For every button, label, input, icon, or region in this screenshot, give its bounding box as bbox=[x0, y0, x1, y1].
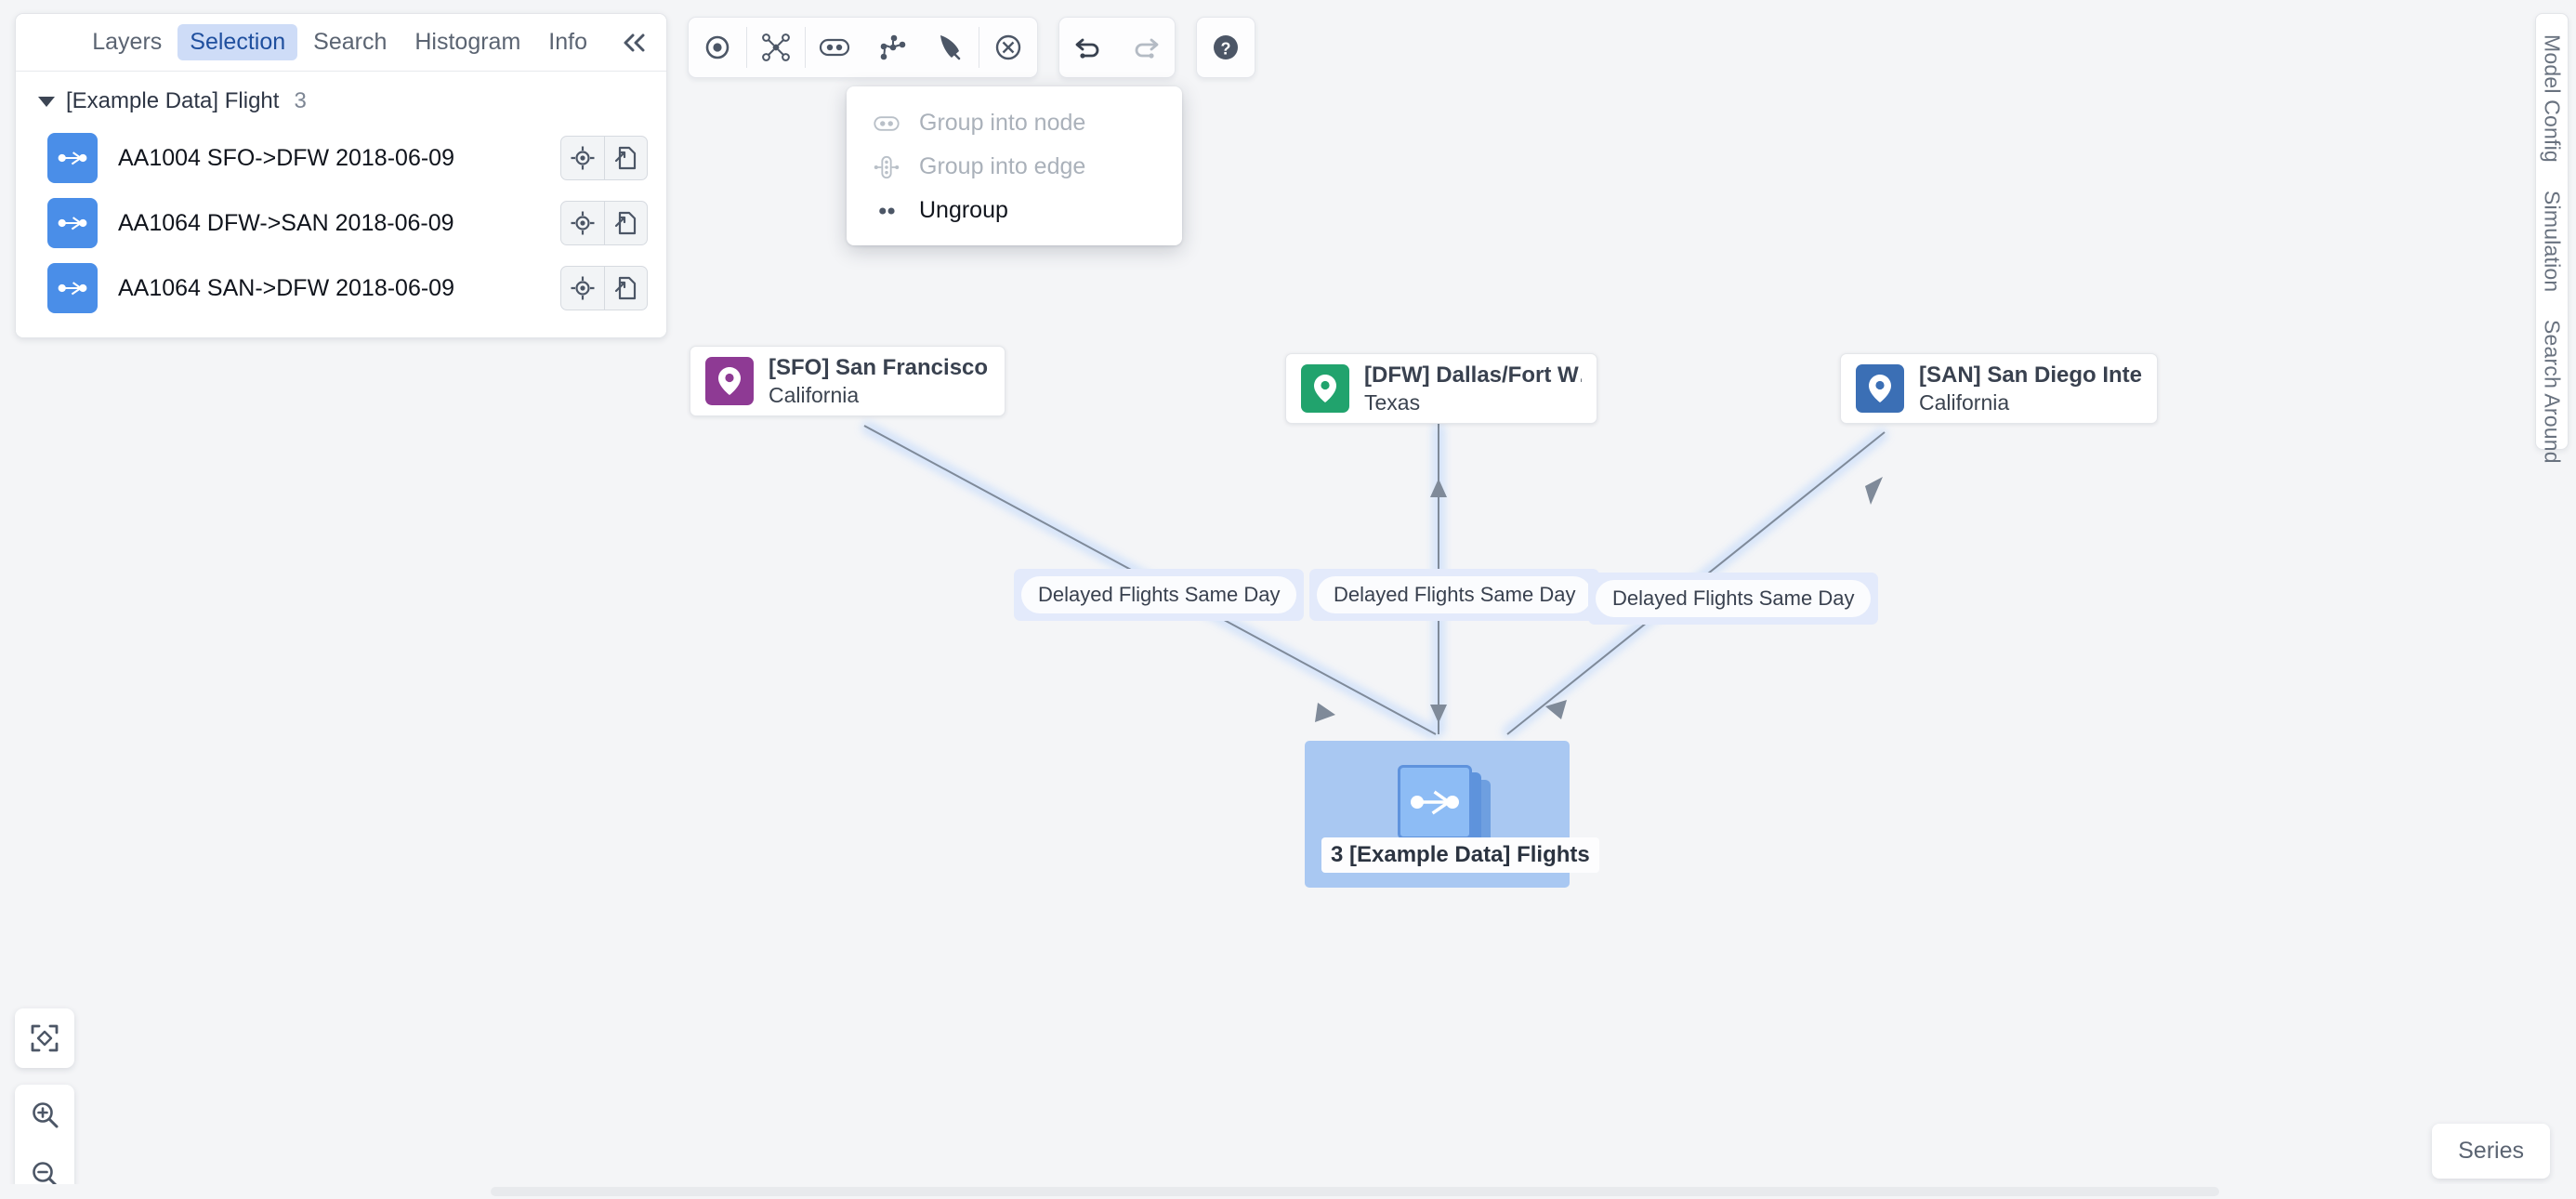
rail-tab-simulation[interactable]: Simulation bbox=[2540, 191, 2565, 292]
map-pin-icon bbox=[1856, 364, 1904, 413]
scrollbar-thumb[interactable] bbox=[491, 1187, 2219, 1196]
cluster-node-label: 3 [Example Data] Flights bbox=[1321, 837, 1599, 873]
expand-document-icon[interactable] bbox=[604, 137, 647, 179]
menu-item-label: Group into edge bbox=[919, 153, 1086, 179]
menu-item-label: Ungroup bbox=[919, 197, 1008, 223]
svg-text:?: ? bbox=[1221, 40, 1231, 59]
remove-circle-icon[interactable] bbox=[979, 18, 1037, 77]
flight-edge-icon bbox=[47, 133, 98, 183]
chevrons-left-icon[interactable] bbox=[616, 25, 651, 60]
menu-item-group-into-node: Group into node bbox=[847, 101, 1182, 145]
series-button[interactable]: Series bbox=[2432, 1124, 2550, 1179]
selection-row-actions bbox=[560, 136, 648, 180]
group-into-node-icon bbox=[871, 113, 902, 134]
cluster-card-front bbox=[1398, 765, 1472, 839]
selection-group-header[interactable]: [Example Data] Flight 3 bbox=[16, 85, 666, 125]
graph-node-san[interactable]: [SAN] San Diego Inte… California bbox=[1840, 353, 2158, 424]
graph-node-subtitle: California bbox=[769, 382, 860, 407]
flight-edge-icon bbox=[47, 263, 98, 313]
selection-row-label: AA1064 SAN->DFW 2018-06-09 bbox=[118, 274, 454, 301]
toolbar-group-help: ? bbox=[1196, 17, 1255, 78]
map-pin-icon bbox=[1301, 364, 1349, 413]
horizontal-scrollbar[interactable] bbox=[0, 1184, 2576, 1199]
edge-label-text: Delayed Flights Same Day bbox=[1021, 576, 1297, 613]
group-into-node-icon[interactable] bbox=[806, 18, 863, 77]
fit-to-screen-control bbox=[15, 1008, 74, 1068]
selection-row[interactable]: AA1064 DFW->SAN 2018-06-09 bbox=[16, 191, 666, 256]
panel-tab-bar: Layers Selection Search Histogram Info bbox=[16, 14, 666, 72]
edge-label-2[interactable]: Delayed Flights Same Day bbox=[1309, 569, 1600, 621]
tab-histogram[interactable]: Histogram bbox=[402, 24, 532, 60]
tab-layers[interactable]: Layers bbox=[80, 24, 174, 60]
selection-list: [Example Data] Flight 3 AA1004 SFO->DFW … bbox=[16, 72, 666, 337]
menu-item-group-into-edge: Group into edge bbox=[847, 145, 1182, 189]
expand-document-icon[interactable] bbox=[604, 267, 647, 310]
selection-group-count: 3 bbox=[294, 88, 307, 113]
toolbar-group-tools bbox=[688, 17, 1038, 78]
help-icon[interactable]: ? bbox=[1197, 18, 1255, 77]
undo-icon[interactable] bbox=[1059, 18, 1117, 77]
group-into-edge-icon bbox=[871, 154, 902, 180]
edge-label-text: Delayed Flights Same Day bbox=[1317, 576, 1593, 613]
edge-label-3[interactable]: Delayed Flights Same Day bbox=[1588, 573, 1879, 625]
layout-tool-icon[interactable] bbox=[747, 18, 805, 77]
zoom-in-icon[interactable] bbox=[15, 1085, 74, 1144]
focus-icon[interactable] bbox=[561, 202, 604, 244]
graph-node-title: [DFW] Dallas/Fort W… bbox=[1364, 362, 1582, 388]
group-dropdown-menu: Group into node Group into edge Ungroup bbox=[847, 86, 1182, 245]
toolbar-group-history bbox=[1058, 17, 1176, 78]
flight-edge-icon bbox=[1411, 790, 1459, 815]
expand-document-icon[interactable] bbox=[604, 202, 647, 244]
selection-row-label: AA1064 DFW->SAN 2018-06-09 bbox=[118, 209, 454, 236]
selection-row-label: AA1004 SFO->DFW 2018-06-09 bbox=[118, 144, 454, 171]
graph-node-title: [SFO] San Francisco … bbox=[769, 354, 990, 380]
selection-panel: Layers Selection Search Histogram Info [… bbox=[15, 13, 667, 338]
redo-icon[interactable] bbox=[1117, 18, 1175, 77]
graph-cluster-node[interactable]: 3 [Example Data] Flights bbox=[1305, 741, 1599, 888]
tab-search[interactable]: Search bbox=[301, 24, 399, 60]
selection-group-title: [Example Data] Flight bbox=[66, 88, 280, 113]
right-panel-tab-rail: Model Config Simulation Search Around bbox=[2535, 13, 2569, 464]
caret-down-icon[interactable] bbox=[38, 96, 55, 107]
edge-label-text: Delayed Flights Same Day bbox=[1596, 580, 1872, 617]
graph-node-dfw[interactable]: [DFW] Dallas/Fort W… Texas bbox=[1285, 353, 1597, 424]
graph-toolbar: ? bbox=[688, 17, 1255, 78]
flight-edge-icon bbox=[47, 198, 98, 248]
selection-row[interactable]: AA1004 SFO->DFW 2018-06-09 bbox=[16, 125, 666, 191]
map-pin-icon bbox=[705, 357, 754, 405]
ungroup-icon bbox=[871, 201, 902, 221]
select-tool-icon[interactable] bbox=[689, 18, 746, 77]
menu-item-ungroup[interactable]: Ungroup bbox=[847, 189, 1182, 232]
fit-to-screen-icon[interactable] bbox=[15, 1008, 74, 1068]
focus-icon[interactable] bbox=[561, 137, 604, 179]
selection-row[interactable]: AA1064 SAN->DFW 2018-06-09 bbox=[16, 256, 666, 321]
graph-node-subtitle: Texas bbox=[1364, 389, 1421, 415]
selection-row-actions bbox=[560, 201, 648, 245]
tab-info[interactable]: Info bbox=[536, 24, 599, 60]
tab-selection[interactable]: Selection bbox=[177, 24, 298, 60]
graph-node-sfo[interactable]: [SFO] San Francisco … California bbox=[690, 346, 1005, 416]
pen-annotate-icon[interactable] bbox=[921, 18, 979, 77]
edge-label-1[interactable]: Delayed Flights Same Day bbox=[1014, 569, 1305, 621]
menu-item-label: Group into node bbox=[919, 110, 1086, 136]
selection-row-actions bbox=[560, 266, 648, 310]
focus-icon[interactable] bbox=[561, 267, 604, 310]
expand-graph-icon[interactable] bbox=[863, 18, 921, 77]
rail-tab-model-config[interactable]: Model Config bbox=[2540, 34, 2565, 163]
zoom-control bbox=[15, 1085, 74, 1199]
rail-tab-search-around[interactable]: Search Around bbox=[2540, 320, 2565, 464]
graph-node-subtitle: California bbox=[1919, 389, 2010, 415]
graph-node-title: [SAN] San Diego Inte… bbox=[1919, 362, 2142, 388]
